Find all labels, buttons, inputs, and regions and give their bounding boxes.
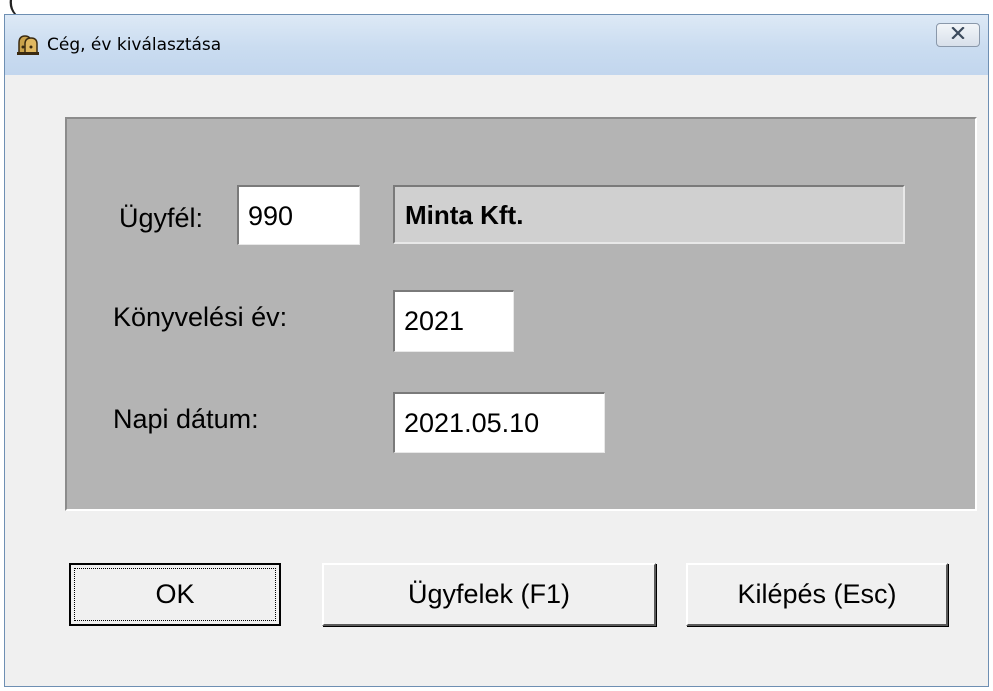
exit-button[interactable]: Kilépés (Esc) [686, 563, 948, 626]
year-label: Könyvelési év: [113, 302, 288, 332]
date-input[interactable]: 2021.05.10 [393, 392, 605, 453]
close-icon [951, 26, 965, 44]
exit-button-label: Kilépés (Esc) [737, 579, 897, 609]
year-input[interactable]: 2021 [393, 290, 514, 352]
clients-button-label: Ügyfelek (F1) [407, 579, 571, 609]
app-bell-icon [15, 33, 41, 57]
client-area: Ügyfél: 990 Minta Kft. Könyvelési év: 20… [5, 75, 988, 686]
title-bar[interactable]: Cég, év kiválasztása [5, 15, 988, 75]
client-name-display: Minta Kft. [393, 185, 905, 244]
background-text: ( [8, 0, 17, 14]
dialog-window: Cég, év kiválasztása Ügyfél: 990 Minta K… [4, 14, 989, 687]
client-code-input[interactable]: 990 [237, 185, 360, 245]
close-button[interactable] [936, 23, 980, 47]
selection-panel: Ügyfél: 990 Minta Kft. Könyvelési év: 20… [65, 117, 977, 511]
background-window-strip: ( [0, 0, 993, 14]
date-label: Napi dátum: [113, 404, 259, 434]
window-title: Cég, év kiválasztása [47, 35, 222, 55]
focus-rectangle [74, 568, 276, 621]
ok-button[interactable]: OK [69, 563, 281, 626]
clients-button[interactable]: Ügyfelek (F1) [322, 563, 656, 626]
client-label: Ügyfél: [119, 203, 204, 233]
